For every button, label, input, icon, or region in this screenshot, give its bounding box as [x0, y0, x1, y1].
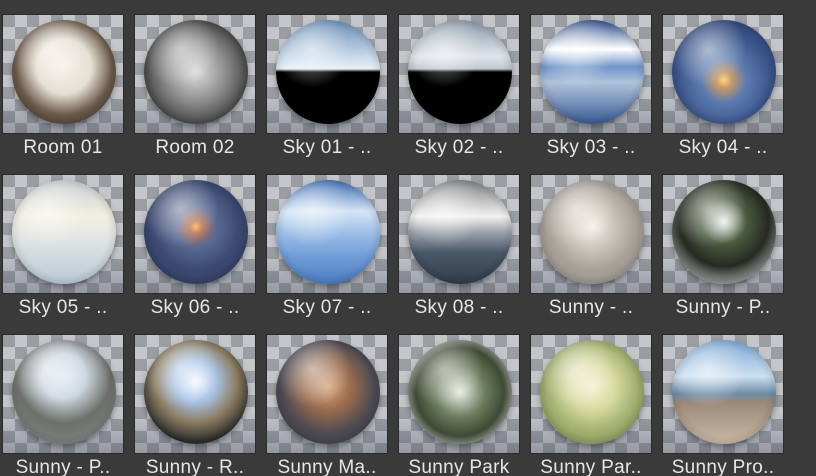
sky-06-hdri-thumbnail: [144, 180, 248, 284]
room-01-hdri-thumbnail: [12, 20, 116, 124]
preset-thumbnail[interactable]: [398, 14, 520, 134]
preset-thumbnail[interactable]: [134, 14, 256, 134]
sky-04-hdri-thumbnail: [672, 20, 776, 124]
preset-label: Room 02: [155, 137, 235, 158]
preset-thumbnail[interactable]: [662, 14, 784, 134]
preset-thumbnail[interactable]: [530, 334, 652, 454]
preset-tile-14[interactable]: Sunny - R..: [134, 334, 256, 476]
preset-thumbnail[interactable]: [266, 174, 388, 294]
preset-thumbnail[interactable]: [530, 14, 652, 134]
preset-thumbnail[interactable]: [398, 174, 520, 294]
sky-01-hdri-thumbnail: [276, 20, 380, 124]
sunny-ma-hdri-thumbnail: [276, 340, 380, 444]
preset-label: Sky 04 - ..: [678, 137, 768, 158]
preset-label: Sky 03 - ..: [546, 137, 636, 158]
sunny-p-hdri-thumbnail: [672, 180, 776, 284]
preset-label: Sunny Pro..: [671, 457, 775, 476]
preset-label: Sunny Park: [408, 457, 510, 476]
sunny-hdri-thumbnail: [540, 180, 644, 284]
preset-thumbnail[interactable]: [2, 334, 124, 454]
preset-tile-11[interactable]: Sunny - ..: [530, 174, 652, 334]
sunny-pro-hdri-thumbnail: [672, 340, 776, 444]
preset-tile-2[interactable]: Room 02: [134, 14, 256, 174]
sky-07-hdri-thumbnail: [276, 180, 380, 284]
preset-label: Sky 01 - ..: [282, 137, 372, 158]
preset-tile-18[interactable]: Sunny Pro..: [662, 334, 784, 476]
preset-tile-16[interactable]: Sunny Park: [398, 334, 520, 476]
preset-label: Sunny - P..: [675, 297, 771, 318]
preset-tile-12[interactable]: Sunny - P..: [662, 174, 784, 334]
preset-tile-17[interactable]: Sunny Par..: [530, 334, 652, 476]
preset-tile-7[interactable]: Sky 05 - ..: [2, 174, 124, 334]
preset-grid: Room 01 Room 02 Sky 01 - .. Sky 02 - .. …: [2, 14, 784, 476]
preset-thumbnail[interactable]: [662, 334, 784, 454]
preset-tile-3[interactable]: Sky 01 - ..: [266, 14, 388, 174]
preset-tile-6[interactable]: Sky 04 - ..: [662, 14, 784, 174]
sky-05-hdri-thumbnail: [12, 180, 116, 284]
sunny-p-2-hdri-thumbnail: [12, 340, 116, 444]
preset-thumbnail[interactable]: [2, 14, 124, 134]
sunny-park-hdri-thumbnail: [408, 340, 512, 444]
preset-label: Sky 06 - ..: [150, 297, 240, 318]
preset-tile-10[interactable]: Sky 08 - ..: [398, 174, 520, 334]
preset-label: Sunny - ..: [548, 297, 634, 318]
room-02-hdri-thumbnail: [144, 20, 248, 124]
preset-thumbnail[interactable]: [398, 334, 520, 454]
sky-02-hdri-thumbnail: [408, 20, 512, 124]
hdri-preset-browser: Room 01 Room 02 Sky 01 - .. Sky 02 - .. …: [0, 0, 816, 476]
preset-tile-8[interactable]: Sky 06 - ..: [134, 174, 256, 334]
preset-thumbnail[interactable]: [266, 14, 388, 134]
preset-thumbnail[interactable]: [530, 174, 652, 294]
preset-tile-1[interactable]: Room 01: [2, 14, 124, 174]
preset-label: Sky 08 - ..: [414, 297, 504, 318]
preset-label: Sky 07 - ..: [282, 297, 372, 318]
sunny-r-hdri-thumbnail: [144, 340, 248, 444]
preset-tile-5[interactable]: Sky 03 - ..: [530, 14, 652, 174]
preset-thumbnail[interactable]: [2, 174, 124, 294]
preset-tile-4[interactable]: Sky 02 - ..: [398, 14, 520, 174]
preset-tile-15[interactable]: Sunny Ma..: [266, 334, 388, 476]
sky-03-hdri-thumbnail: [540, 20, 644, 124]
preset-label: Sky 02 - ..: [414, 137, 504, 158]
sky-08-hdri-thumbnail: [408, 180, 512, 284]
preset-label: Sky 05 - ..: [18, 297, 108, 318]
preset-tile-13[interactable]: Sunny - P..: [2, 334, 124, 476]
preset-label: Sunny - R..: [145, 457, 245, 476]
preset-thumbnail[interactable]: [266, 334, 388, 454]
preset-label: Room 01: [23, 137, 103, 158]
preset-thumbnail[interactable]: [662, 174, 784, 294]
preset-label: Sunny Ma..: [277, 457, 377, 476]
preset-tile-9[interactable]: Sky 07 - ..: [266, 174, 388, 334]
preset-thumbnail[interactable]: [134, 334, 256, 454]
preset-label: Sunny Par..: [540, 457, 642, 476]
preset-label: Sunny - P..: [15, 457, 111, 476]
sunny-par-hdri-thumbnail: [540, 340, 644, 444]
preset-thumbnail[interactable]: [134, 174, 256, 294]
